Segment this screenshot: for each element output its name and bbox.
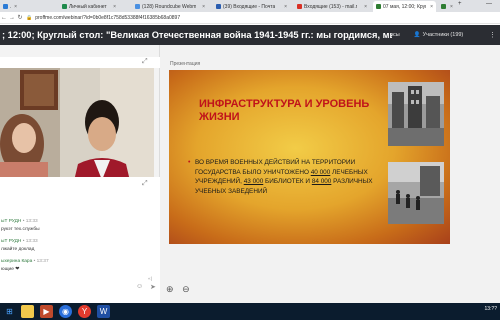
chat-author: ыТ РУДН	[1, 239, 22, 244]
webinar-header: ; 12:00; Круглый стол: "Великая Отечеств…	[0, 25, 500, 45]
tab-favicon-icon	[441, 4, 446, 9]
file-explorer-icon[interactable]	[21, 305, 34, 318]
war-workers-photo	[388, 162, 444, 224]
tab-pochta[interactable]: (39) Входящие - Почта ×	[213, 1, 290, 12]
tab-webinar-active[interactable]: 07 мая, 12:00; Кругл ×	[373, 1, 436, 12]
chat-message-author: ыТ РУДН • 13:33	[1, 219, 38, 224]
presentation-slide: ИНФРАСТРУКТУРА И УРОВЕНЬ ЖИЗНИ • ВО ВРЕМ…	[169, 70, 450, 244]
tab-extra[interactable]: ×	[438, 1, 454, 12]
chat-message-text: рукэт тех.службы	[1, 227, 40, 232]
chat-message-author: ыТ РУДН • 13:33	[1, 239, 38, 244]
windows-taskbar: ⊞ ▶ ◉ Y W 13:??	[0, 303, 500, 320]
word-icon[interactable]: W	[97, 305, 110, 318]
url-field[interactable]: proffme.com/webinar/?id=0b0e8f1c758d5338…	[35, 15, 180, 21]
windows-start-icon[interactable]: ⊞	[3, 305, 16, 318]
close-icon[interactable]: ×	[111, 4, 116, 10]
tab-0[interactable]: ... ×	[0, 1, 20, 12]
chat-author: ыТ РУДН	[1, 219, 22, 224]
ruins-image	[388, 82, 444, 146]
tab-favicon-icon	[216, 4, 221, 9]
video-header: ⤢	[0, 57, 160, 68]
chat-time: • 13:37	[33, 259, 49, 264]
chat-author: ыхерина Кара	[1, 259, 33, 264]
browser-tab-strip: ... × Личный кабинет × (128) Roundcube W…	[0, 0, 500, 12]
people-icon: 👤	[413, 32, 421, 38]
slide-number: 84 000	[311, 178, 332, 185]
slide-number: 40 000	[310, 168, 331, 176]
close-icon[interactable]: ×	[362, 4, 367, 10]
close-icon[interactable]: ×	[200, 4, 205, 10]
tab-label: Личный кабинет	[69, 3, 107, 10]
page-title: ; 12:00; Круглый стол: "Великая Отечеств…	[2, 30, 392, 40]
tab-favicon-icon	[297, 4, 302, 9]
slide-bullet-text: БИБЛИОТЕК И	[263, 178, 312, 185]
chrome-icon[interactable]: ◉	[59, 305, 72, 318]
address-bar: ← → ↻ 🔒 proffme.com/webinar/?id=0b0e8f1c…	[0, 12, 500, 24]
tab-label: 07 мая, 12:00; Кругл	[383, 3, 427, 10]
close-icon[interactable]: ×	[12, 4, 17, 10]
tab-label: Входящие (153) - mail.r	[304, 3, 358, 10]
participants-label: Участники (199)	[422, 32, 464, 38]
send-icon[interactable]: ➤	[150, 283, 156, 291]
back-icon[interactable]: ←	[0, 15, 8, 21]
chat-message-text: ющие ❤	[1, 267, 20, 272]
chat-message-text: лжайте доклад	[1, 247, 35, 252]
bullet-dot-icon: •	[188, 159, 191, 166]
participants-button[interactable]: 👤 Участники (199)	[414, 32, 464, 38]
media-player-icon[interactable]: ▶	[40, 305, 53, 318]
tab-favicon-icon	[376, 4, 381, 9]
taskbar-clock[interactable]: 13:??	[484, 306, 497, 312]
chat-message-author: ыхерина Кара • 13:37	[1, 259, 49, 264]
war-ruins-photo	[388, 82, 444, 146]
tab-label: (39) Входящие - Почта	[223, 3, 276, 10]
tab-mail[interactable]: Входящие (153) - mail.r ×	[294, 1, 370, 12]
polls-label: осы	[390, 32, 400, 38]
chat-time: • 13:33	[22, 219, 38, 224]
slide-number: 43 000	[243, 178, 264, 185]
close-icon[interactable]: ×	[282, 4, 287, 10]
reload-icon[interactable]: ↻	[16, 14, 24, 21]
close-icon[interactable]: ×	[428, 4, 433, 10]
presentation-controls: ⊕ ⊖	[166, 284, 190, 295]
tab-favicon-icon	[135, 4, 140, 9]
tab-label: (128) Roundcube Webm	[142, 3, 197, 10]
chat-time: • 13:33	[22, 239, 38, 244]
forward-icon[interactable]: →	[8, 15, 16, 21]
tab-roundcube[interactable]: (128) Roundcube Webm ×	[132, 1, 208, 12]
expand-icon[interactable]: ⤢	[142, 58, 148, 66]
zoom-in-icon[interactable]: ⊕	[166, 284, 174, 294]
zoom-out-icon[interactable]: ⊖	[182, 284, 190, 294]
yandex-browser-icon[interactable]: Y	[78, 305, 91, 318]
polls-button[interactable]: осы	[390, 32, 400, 38]
close-icon[interactable]: ×	[448, 4, 453, 10]
more-menu-icon[interactable]: ⋮	[489, 31, 496, 39]
tab-favicon-icon	[3, 4, 8, 9]
left-sidebar: ⤢ ⤢ ыТ РУДН • 13:33 рукэт тех.службы ыТ …	[0, 45, 160, 303]
tab-favicon-icon	[62, 4, 67, 9]
tab-lichnyi-kabinet[interactable]: Личный кабинет ×	[59, 1, 119, 12]
expand-icon[interactable]: ⤢	[142, 180, 148, 188]
slide-bullet: • ВО ВРЕМЯ ВОЕННЫХ ДЕЙСТВИЙ НА ТЕРРИТОРИ…	[188, 158, 375, 196]
lock-icon: 🔒	[26, 14, 33, 21]
smile-icon[interactable]: ☺	[136, 283, 143, 290]
chat-panel: ⤢ ыТ РУДН • 13:33 рукэт тех.службы ыТ РУ…	[0, 177, 160, 303]
slide-title: ИНФРАСТРУКТУРА И УРОВЕНЬ ЖИЗНИ	[199, 98, 370, 123]
minimize-icon[interactable]: —	[486, 1, 492, 7]
new-tab-button[interactable]: +	[458, 1, 462, 7]
presentation-label: Презентация	[170, 61, 201, 67]
workers-image	[388, 162, 444, 224]
chat-scroll-indicator[interactable]: «|	[148, 277, 152, 282]
